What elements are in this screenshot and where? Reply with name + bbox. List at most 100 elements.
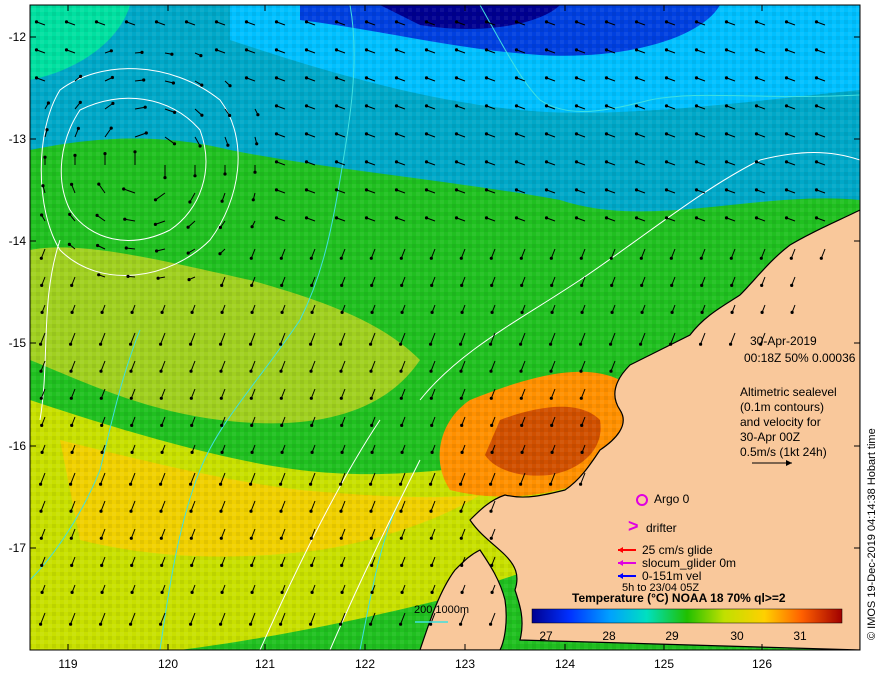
velocity-arrowhead [664,216,669,220]
velocity-arrowhead [664,104,669,108]
velocity-arrowhead [664,76,669,80]
velocity-arrowhead [550,283,554,287]
velocity-arrowhead [579,369,583,373]
velocity-arrowhead [153,222,157,226]
velocity-arrowhead [100,563,104,568]
velocity-arrowhead [64,48,69,52]
lat-tick-label: -17 [9,541,27,555]
velocity-arrowhead [220,423,224,427]
velocity-arrowhead [814,20,819,24]
velocity-arrowhead [544,188,549,192]
velocity-arrowhead [274,104,279,108]
velocity-arrowhead [754,216,759,220]
velocity-arrowhead [634,132,639,136]
velocity-arrowhead [364,132,369,136]
velocity-arrowhead [669,342,673,346]
velocity-arrowhead [70,182,74,186]
velocity-arrowhead [334,48,339,52]
velocity-arrowhead [574,160,579,164]
velocity-arrowhead [309,342,313,346]
velocity-arrowhead [549,396,553,400]
velocity-arrowhead [219,622,223,626]
velocity-arrowhead [700,283,704,287]
velocity-arrowhead [580,450,584,454]
velocity-arrowhead [154,20,159,24]
velocity-arrowhead [364,20,369,24]
velocity-arrowhead [459,536,463,540]
velocity-arrowhead [250,310,254,314]
velocity-arrowhead [694,188,699,192]
velocity-arrowhead [274,48,279,52]
velocity-arrowhead [550,423,554,427]
velocity-arrowhead [814,76,819,80]
lat-tick-label: -13 [9,132,27,146]
velocity-arrowhead [70,450,74,454]
velocity-arrowhead [430,310,434,314]
velocity-arrowhead [394,160,399,164]
velocity-arrowhead [156,276,160,280]
velocity-arrowhead [122,187,126,191]
velocity-arrowhead [574,216,579,220]
velocity-arrowhead [459,509,463,513]
sst-map-canvas: 119 120 121 122 123 124 125 126 -12 -13 -14 -15 -16 -… [9,4,861,671]
velocity-arrowhead [40,423,44,427]
velocity-arrowhead [274,216,279,220]
velocity-arrowhead [100,423,104,427]
velocity-arrowhead [220,199,224,203]
velocity-arrowhead [369,369,373,373]
velocity-arrowhead [700,310,704,314]
velocity-arrowhead [364,160,369,164]
velocity-arrowhead [784,48,789,52]
velocity-arrowhead [274,76,279,80]
velocity-arrowhead [250,423,254,427]
lon-tick-label: 126 [752,657,772,671]
velocity-arrowhead [490,423,494,427]
velocity-arrowhead [574,48,579,52]
lon-tick-label: 122 [355,657,375,671]
velocity-arrowhead [520,310,524,314]
velocity-arrowhead [454,104,459,108]
velocity-arrowhead [339,342,343,346]
velocity-arrowhead [309,369,313,373]
velocity-arrowhead [309,622,313,626]
velocity-arrowhead [459,369,463,373]
velocity-arrowhead [754,160,759,164]
velocity-arrowhead [219,369,223,373]
velocity-arrowhead [190,310,194,314]
velocity-arrowhead [95,213,99,217]
velocity-arrowhead [459,342,463,346]
velocity-arrowhead [34,76,39,80]
velocity-arrowhead [69,622,73,626]
velocity-arrowhead [339,256,343,260]
velocity-arrowhead [189,396,193,400]
velocity-arrowhead [724,132,729,136]
velocity-arrowhead [394,132,399,136]
velocity-arrowhead [429,396,433,400]
velocity-arrowhead [609,256,613,260]
velocity-arrowhead [789,256,793,260]
velocity-arrowhead [604,48,609,52]
velocity-arrowhead [249,536,253,540]
velocity-arrowhead [460,590,464,595]
velocity-arrowhead [220,563,224,568]
velocity-arrowhead [664,160,669,164]
velocity-arrowhead [460,310,464,314]
velocity-arrowhead [220,590,224,595]
velocity-arrowhead [490,310,494,314]
velocity-arrowhead [489,396,493,400]
velocity-arrowhead [279,396,283,400]
velocity-arrowhead [664,132,669,136]
velocity-arrowhead [218,252,222,256]
colorbar [531,608,843,624]
velocity-arrowhead [574,132,579,136]
velocity-arrowhead [244,20,249,24]
velocity-arrowhead [370,563,374,568]
velocity-arrowhead [69,396,73,400]
velocity-arrowhead [459,396,463,400]
velocity-arrowhead [142,78,146,82]
velocity-arrowhead [41,184,45,188]
velocity-arrowhead [424,76,429,80]
velocity-arrowhead [640,310,644,314]
velocity-arrowhead [39,256,43,260]
velocity-arrowhead [784,20,789,24]
